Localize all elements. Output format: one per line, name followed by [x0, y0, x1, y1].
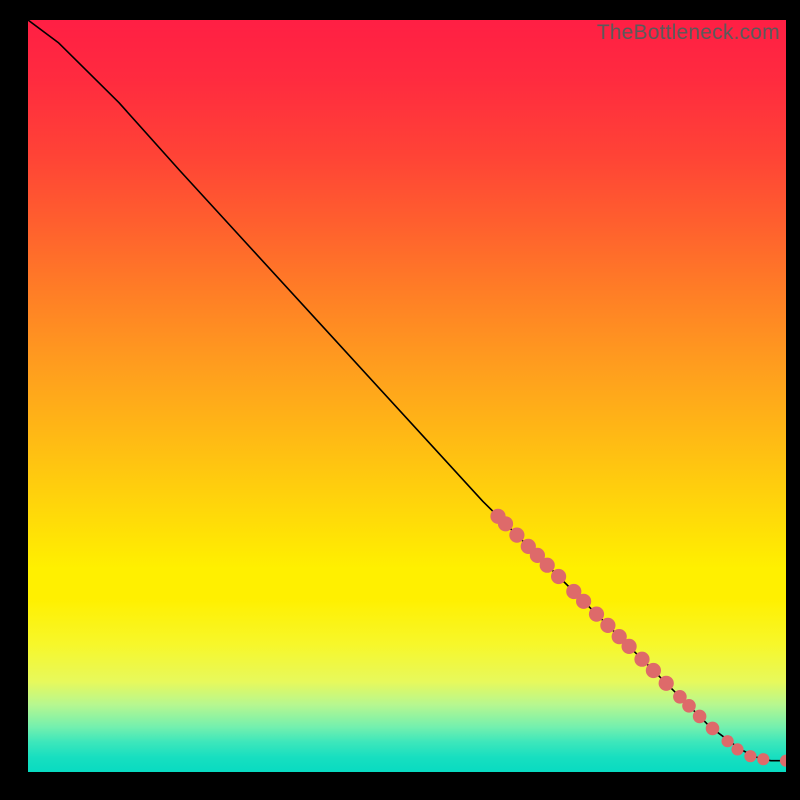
marker-dot	[509, 528, 524, 543]
marker-dot	[551, 569, 566, 584]
marker-dot	[757, 753, 769, 765]
bottleneck-curve	[28, 20, 786, 761]
marker-dot	[744, 750, 756, 762]
marker-dot	[646, 663, 661, 678]
marker-dot	[540, 558, 555, 573]
marker-dot	[659, 676, 674, 691]
marker-dot	[600, 618, 615, 633]
marker-dot	[576, 594, 591, 609]
marker-dot	[722, 735, 734, 747]
marker-group	[490, 509, 786, 767]
chart-overlay	[28, 20, 786, 772]
marker-dot	[682, 699, 696, 713]
marker-dot	[780, 755, 786, 767]
marker-dot	[693, 710, 707, 724]
marker-dot	[622, 639, 637, 654]
chart-frame: TheBottleneck.com	[28, 20, 786, 772]
marker-dot	[634, 652, 649, 667]
marker-dot	[498, 516, 513, 531]
marker-dot	[731, 743, 743, 755]
marker-dot	[589, 607, 604, 622]
marker-dot	[706, 722, 720, 736]
